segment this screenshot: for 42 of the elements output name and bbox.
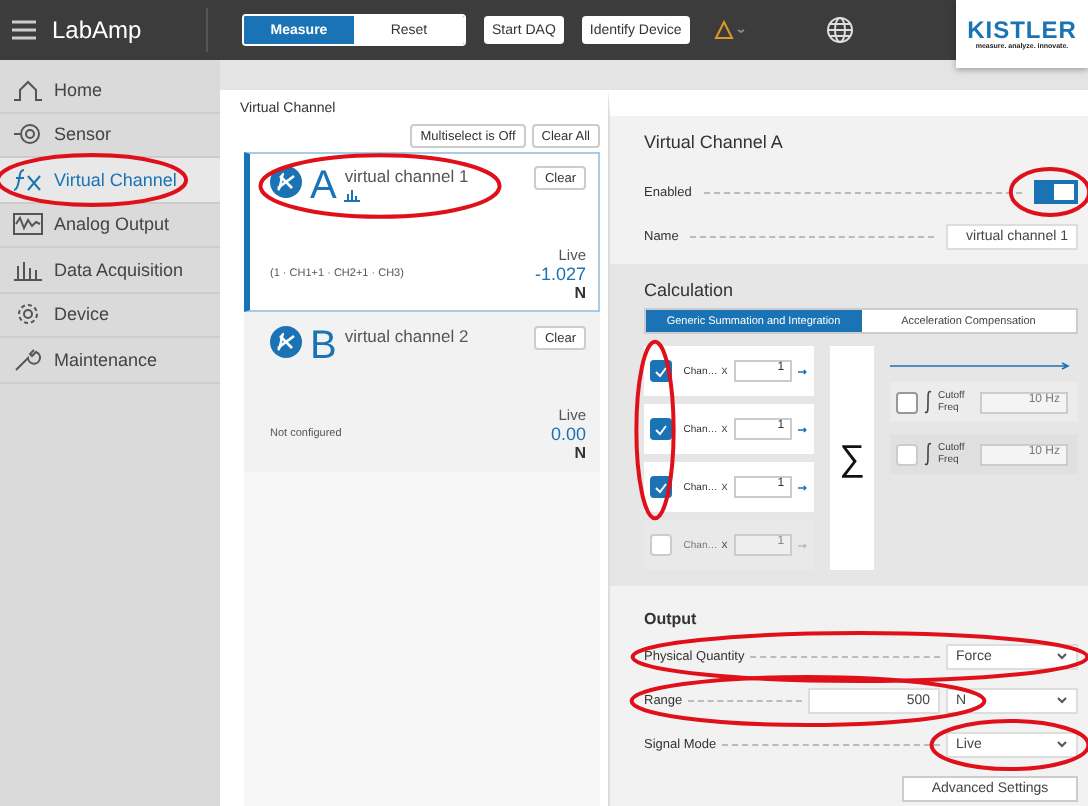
wrench-icon — [12, 347, 44, 372]
sum-symbol: ∑ — [830, 346, 874, 570]
live-value: 0.00 — [550, 424, 586, 444]
integral-icon — [924, 442, 932, 466]
section-title: Output — [644, 610, 699, 628]
channel-icon — [270, 326, 302, 358]
menu-icon[interactable] — [12, 20, 36, 40]
function-icon — [12, 167, 44, 192]
channel-letter: B — [310, 326, 337, 366]
unit-label: N — [574, 444, 586, 462]
channel-name: virtual channel 1 — [344, 166, 469, 186]
app-title: LabAmp — [52, 16, 142, 44]
arrow-icon — [798, 425, 808, 433]
channel-name: virtual channel 2 — [344, 326, 469, 346]
caret-icon — [1056, 652, 1068, 660]
check-icon — [653, 481, 668, 493]
sidebar-item[interactable]: Home — [0, 68, 220, 113]
bar-chart-icon — [12, 257, 44, 282]
arrow-icon — [798, 541, 808, 549]
checkbox[interactable] — [896, 391, 918, 413]
arrow-icon — [798, 367, 808, 375]
checkbox[interactable] — [650, 418, 672, 440]
channel-icon — [270, 166, 302, 198]
integral-icon — [924, 390, 932, 414]
panel-title: Virtual Channel A — [644, 132, 785, 152]
bar-chart-icon — [344, 188, 361, 202]
arrow-icon — [798, 483, 808, 491]
caret-icon — [1056, 740, 1068, 748]
globe-icon[interactable] — [826, 16, 855, 44]
channel-letter: A — [310, 166, 337, 206]
section-title: Calculation — [644, 280, 736, 300]
live-value: -1.027 — [534, 264, 586, 284]
caret-icon — [1056, 696, 1068, 704]
sensor-icon — [12, 122, 44, 147]
enabled-toggle[interactable] — [1034, 180, 1078, 204]
unit-label: N — [574, 284, 586, 302]
warning-icon[interactable] — [713, 20, 746, 40]
home-icon — [12, 77, 44, 102]
waveform-icon — [12, 212, 44, 237]
check-icon — [653, 423, 668, 435]
check-icon — [653, 365, 668, 377]
gear-icon — [12, 302, 44, 327]
